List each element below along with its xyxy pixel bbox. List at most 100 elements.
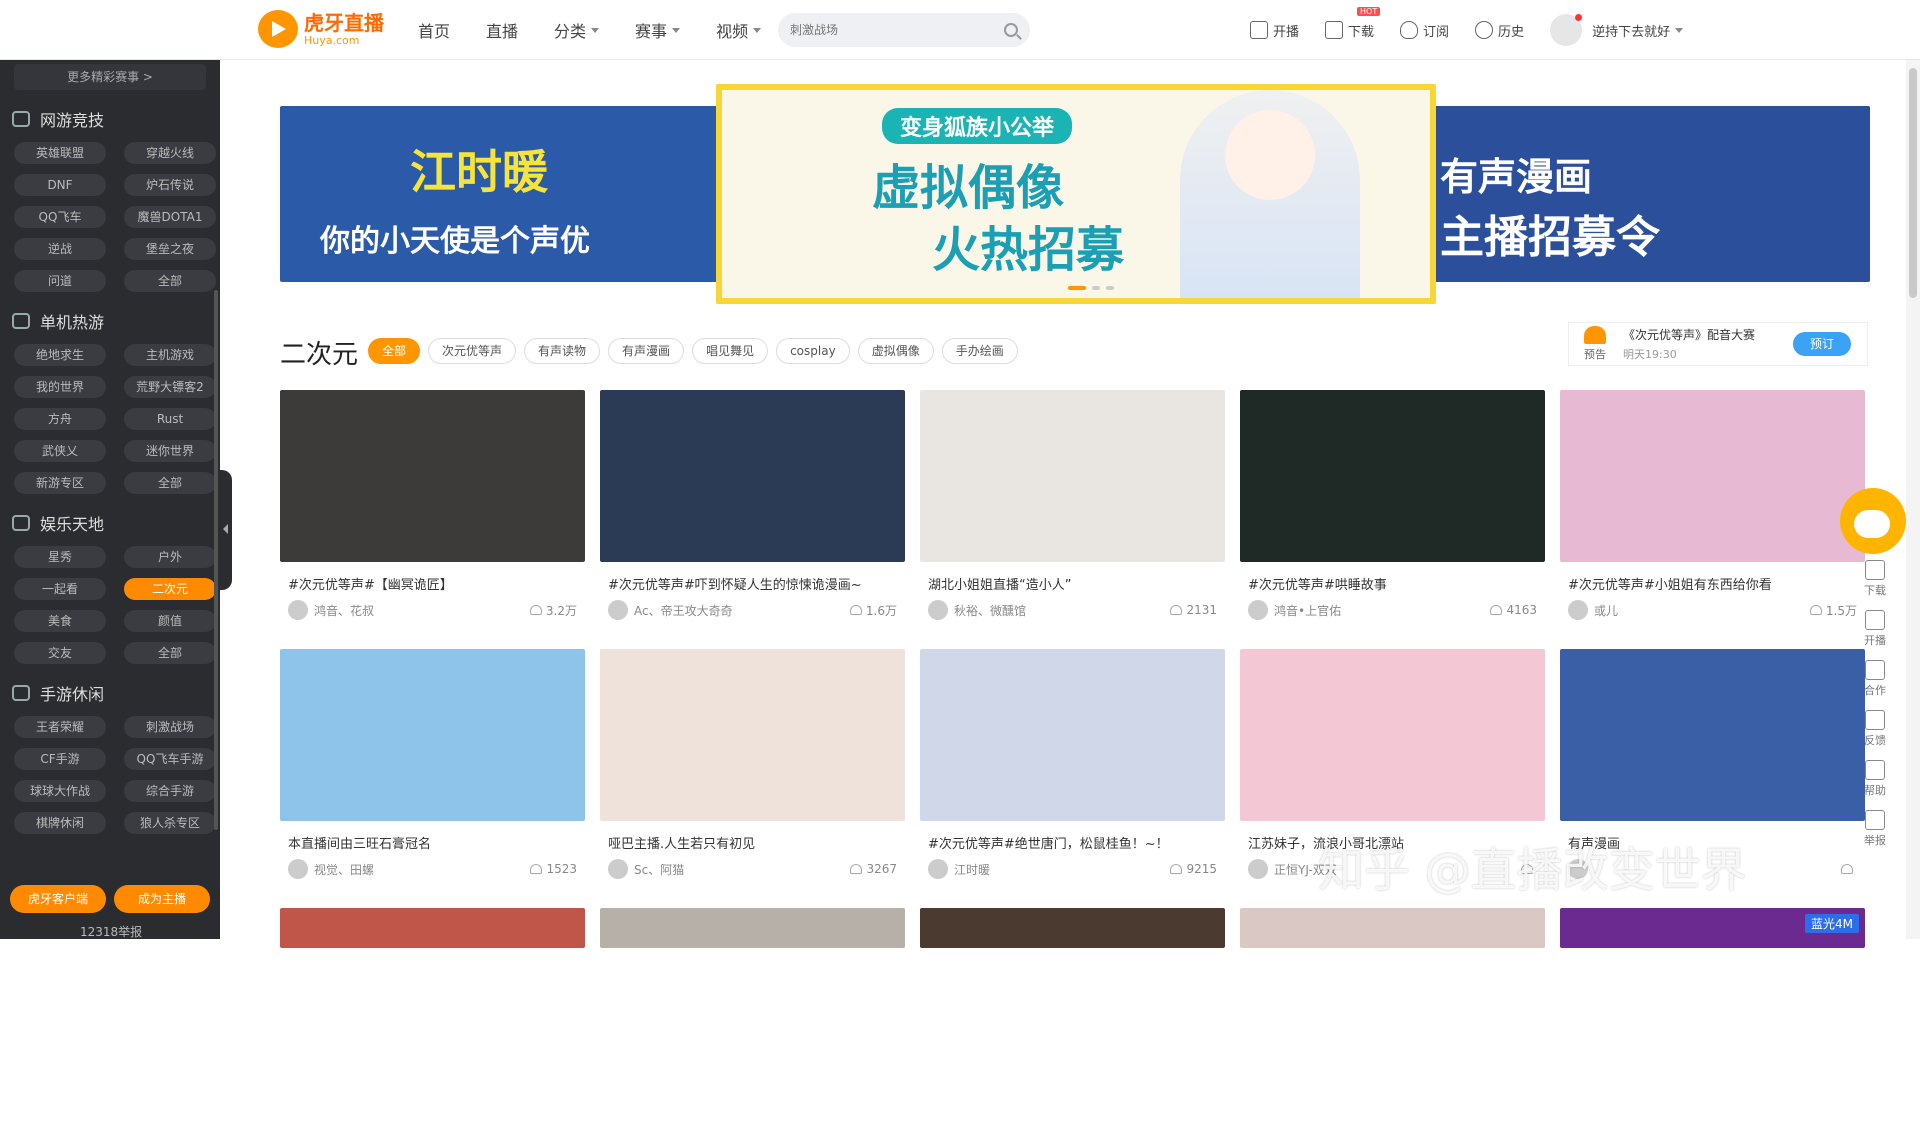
banner-right[interactable]: 有声漫画 主播招募令 [1430, 106, 1870, 282]
sidebar-category-item[interactable]: 王者荣耀 [14, 716, 106, 738]
live-room-card[interactable]: 哑巴主播.人生若只有初见 Sc、阿猫 3267 [600, 649, 905, 887]
sidebar-category-item[interactable]: 问道 [14, 270, 106, 292]
live-room-card[interactable]: #次元优等声#吓到怀疑人生的惊悚诡漫画~ Ac、帝王攻大奇奇 1.6万 [600, 390, 905, 628]
sidebar-category-item[interactable]: 全部 [124, 472, 216, 494]
nav-live[interactable]: 直播 [486, 18, 518, 42]
sidebar-category-item[interactable]: 狼人杀专区 [124, 812, 216, 834]
sidebar-category-item[interactable]: 球球大作战 [14, 780, 106, 802]
sidebar-category-item[interactable]: 棋牌休闲 [14, 812, 106, 834]
banner-center[interactable]: 变身狐族小公举 虚拟偶像 火热招募 [716, 84, 1436, 304]
sidebar-category-item[interactable]: 交友 [14, 642, 106, 664]
room-title[interactable]: 哑巴主播.人生若只有初见 [608, 833, 897, 852]
room-thumbnail[interactable] [1560, 390, 1865, 562]
filter-tag[interactable]: 有声漫画 [608, 338, 685, 364]
banner-left[interactable]: 江时暖 你的小天使是个声优 [280, 106, 720, 282]
sidebar-category-item[interactable]: QQ飞车手游 [124, 748, 216, 770]
room-thumbnail[interactable] [1240, 908, 1545, 948]
sidebar-category-item[interactable]: 星秀 [14, 546, 106, 568]
sidebar-category-item[interactable]: 新游专区 [14, 472, 106, 494]
nav-home[interactable]: 首页 [418, 18, 450, 42]
room-title[interactable]: #次元优等声#【幽冥诡匠】 [288, 574, 577, 593]
sidebar-category-item[interactable]: 迷你世界 [124, 440, 216, 462]
sidebar-category-item[interactable]: 英雄联盟 [14, 142, 106, 164]
sidebar-category-item[interactable]: 一起看 [14, 578, 106, 600]
live-room-card[interactable]: #次元优等声#哄睡故事 鸿音•上官佑 4163 [1240, 390, 1545, 628]
room-title[interactable]: #次元优等声#哄睡故事 [1248, 574, 1537, 593]
sidebar-category-item[interactable]: 我的世界 [14, 376, 106, 398]
room-thumbnail[interactable] [600, 649, 905, 821]
sidebar-category-item[interactable]: 二次元 [124, 578, 216, 600]
rail-item[interactable]: 合作 [1864, 660, 1886, 698]
sidebar-category-item[interactable]: 炉石传说 [124, 174, 216, 196]
rail-item[interactable]: 开播 [1864, 610, 1886, 648]
room-thumbnail[interactable] [1240, 390, 1545, 562]
book-button[interactable]: 预订 [1793, 332, 1851, 356]
room-title[interactable]: 本直播间由三旺石膏冠名 [288, 833, 577, 852]
client-download-button[interactable]: 虎牙客户端 [10, 885, 106, 913]
sidebar-category-item[interactable]: 方舟 [14, 408, 106, 430]
filter-tag[interactable]: 虚拟偶像 [857, 338, 934, 364]
sidebar-category-item[interactable]: 荒野大镖客2 [124, 376, 216, 398]
search-icon[interactable] [1004, 23, 1018, 37]
room-title[interactable]: #次元优等声#吓到怀疑人生的惊悚诡漫画~ [608, 574, 897, 593]
download-link[interactable]: 下载 HOT [1325, 6, 1381, 40]
filter-tag[interactable]: 次元优等声 [428, 338, 517, 364]
sidebar-category-item[interactable]: 全部 [124, 270, 216, 292]
room-thumbnail[interactable] [280, 908, 585, 948]
huya-mascot-icon[interactable] [1840, 488, 1906, 554]
nav-events[interactable]: 赛事 [635, 18, 681, 42]
nav-category[interactable]: 分类 [554, 18, 600, 42]
live-room-card[interactable] [600, 908, 905, 1146]
sidebar-category-item[interactable]: CF手游 [14, 748, 106, 770]
banner-dot[interactable] [1092, 286, 1100, 290]
broadcast-link[interactable]: 开播 [1250, 21, 1299, 40]
page-scrollbar[interactable] [1906, 60, 1920, 939]
sidebar-category-item[interactable]: QQ飞车 [14, 206, 106, 228]
filter-tag[interactable]: 手办绘画 [941, 338, 1018, 364]
room-thumbnail[interactable] [920, 908, 1225, 948]
sidebar-category-item[interactable]: 逆战 [14, 238, 106, 260]
room-thumbnail[interactable] [920, 390, 1225, 562]
filter-tag[interactable]: 有声读物 [524, 338, 601, 364]
room-thumbnail[interactable] [1240, 649, 1545, 821]
subscribe-link[interactable]: 订阅 [1400, 21, 1449, 40]
sidebar-category-item[interactable]: 刺激战场 [124, 716, 216, 738]
filter-tag[interactable]: 唱见舞见 [692, 338, 769, 364]
sidebar-category-item[interactable]: 全部 [124, 642, 216, 664]
live-room-card[interactable]: #次元优等声#【幽冥诡匠】 鸿音、花叔 3.2万 [280, 390, 585, 628]
sidebar-category-item[interactable]: 魔兽DOTA1 [124, 206, 216, 228]
live-room-card[interactable] [1240, 908, 1545, 1146]
sidebar-collapse-handle[interactable] [220, 470, 232, 590]
sidebar-category-item[interactable]: 武侠乂 [14, 440, 106, 462]
room-thumbnail[interactable] [920, 649, 1225, 821]
room-thumbnail[interactable] [280, 390, 585, 562]
rail-item[interactable]: 下载 [1864, 560, 1886, 598]
live-room-card[interactable]: #次元优等声#绝世唐门，松鼠桂鱼！~！ 江时暖 9215 [920, 649, 1225, 887]
rail-item[interactable]: 反馈 [1864, 710, 1886, 748]
live-room-card[interactable]: 湖北小姐姐直播“造小人” 秋裕、微醺馆 2131 [920, 390, 1225, 628]
become-anchor-button[interactable]: 成为主播 [114, 885, 210, 913]
live-room-card[interactable]: 蓝光4M [1560, 908, 1865, 1146]
room-title[interactable]: 湖北小姐姐直播“造小人” [928, 574, 1217, 593]
search-input[interactable] [790, 23, 1004, 37]
live-room-card[interactable] [280, 908, 585, 1146]
banner-dot[interactable] [1106, 286, 1114, 290]
room-title[interactable]: #次元优等声#绝世唐门，松鼠桂鱼！~！ [928, 833, 1217, 852]
rail-item[interactable]: 举报 [1864, 810, 1886, 848]
report-link[interactable]: 12318举报 [80, 923, 142, 940]
rail-item[interactable]: 帮助 [1864, 760, 1886, 798]
history-link[interactable]: 历史 [1475, 21, 1524, 40]
nav-video[interactable]: 视频 [716, 18, 762, 42]
sidebar-category-item[interactable]: 户外 [124, 546, 216, 568]
room-thumbnail[interactable] [1560, 649, 1865, 821]
scrollbar-thumb[interactable] [1909, 68, 1917, 298]
user-menu[interactable]: 逆持下去就好 [1550, 14, 1684, 46]
sidebar-category-item[interactable]: 颜值 [124, 610, 216, 632]
filter-tag[interactable]: 全部 [368, 338, 421, 364]
huya-logo[interactable]: 虎牙直播 Huya.com [258, 8, 384, 50]
live-room-card[interactable]: 本直播间由三旺石膏冠名 视觉、田螺 1523 [280, 649, 585, 887]
room-thumbnail[interactable] [600, 908, 905, 948]
sidebar-category-item[interactable]: 主机游戏 [124, 344, 216, 366]
sidebar-category-item[interactable]: 绝地求生 [14, 344, 106, 366]
sidebar-category-item[interactable]: 穿越火线 [124, 142, 216, 164]
